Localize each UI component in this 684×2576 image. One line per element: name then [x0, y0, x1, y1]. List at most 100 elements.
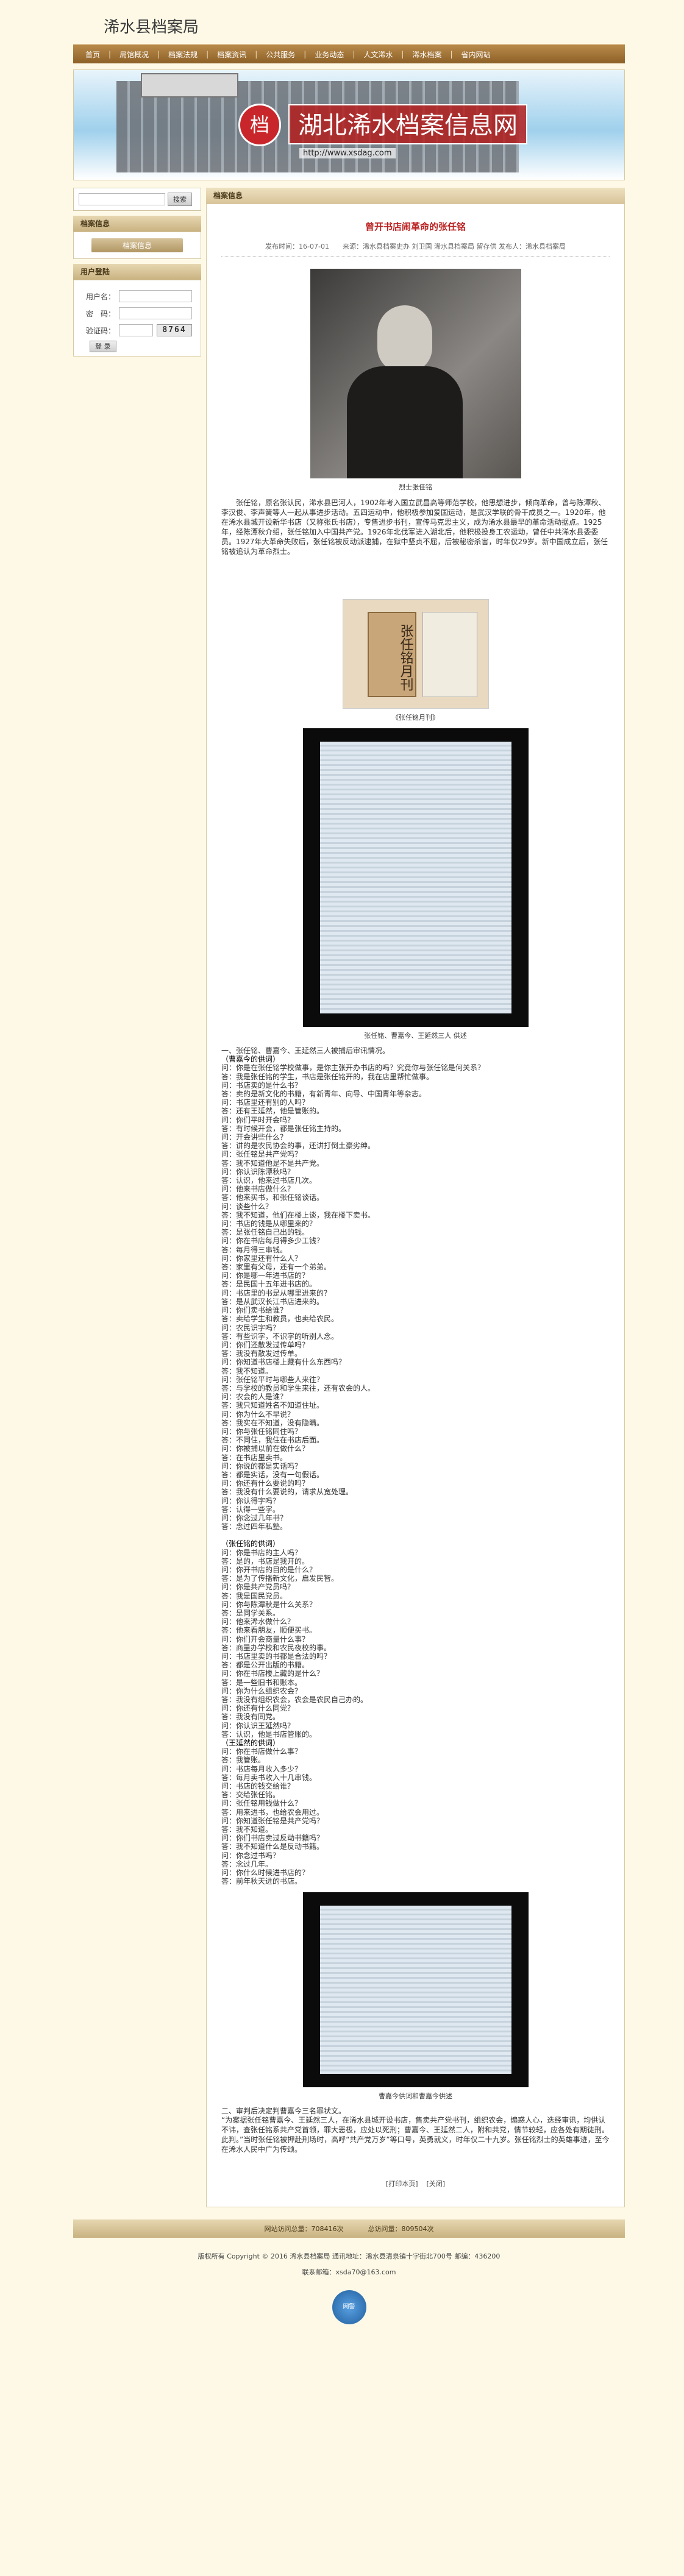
nav-item[interactable]: 业务动态: [315, 49, 344, 60]
document-caption: 张任铭、曹嘉今、王延然三人 供述: [364, 1032, 467, 1040]
search-input[interactable]: [79, 193, 165, 205]
qa-line: 问：你们卖书给谁？: [221, 1306, 288, 1315]
qa-line: 答：是从武汉长江书店进来的。: [221, 1297, 324, 1306]
qa-line: 问：张任铭用钱做什么？: [221, 1799, 302, 1808]
left-sidebar: 搜索 档案信息 档案信息 用户登陆 用户名： 密 码： 验证码： 8764 登 …: [73, 188, 201, 2207]
qa-line: 答：商量办学校和农民夜校的事。: [221, 1643, 332, 1652]
qa-line: 问：书店里卖的书都是合法的吗？: [221, 1652, 332, 1661]
captcha-image[interactable]: 8764: [157, 324, 192, 336]
qa-line: 答：用来进书，也给农会用过。: [221, 1808, 324, 1817]
qa-line: 问：书店每月收入多少？: [221, 1764, 302, 1773]
banner-url: http://www.xsdag.com: [299, 148, 396, 158]
archive-logo-icon: 档: [238, 104, 281, 146]
qa-heading: 一、张任铭、曹嘉今、王延然三人被捕后审讯情况。: [221, 1046, 390, 1055]
qa-line: 答：念过几年。: [221, 1859, 273, 1868]
qa-line: 答：交给张任铭。: [221, 1790, 280, 1800]
summary-line: 二、审判后决定判曹嘉今三名罪状文。: [221, 2106, 346, 2115]
search-button[interactable]: 搜索: [168, 193, 192, 206]
qa-line: 问：你知道张任铭是共产党吗？: [221, 1816, 324, 1825]
qa-line: 答：讲的是农民协会的事，还讲打倒土豪劣绅。: [221, 1141, 376, 1151]
article-meta: 发布时间：16-07-01 来源：浠水县档案史办 刘卫国 浠水县档案局 留存供 …: [221, 241, 610, 257]
qa-line: 答：我不知道。: [221, 1825, 273, 1834]
qa-line: 问：你知道书店楼上藏有什么东西吗？: [221, 1358, 346, 1367]
qa-line: 问：你们书店卖过反动书籍吗？: [221, 1834, 324, 1843]
qa-line: 问：你们还散发过传单吗？: [221, 1340, 310, 1349]
qa-line: 答：每月得三串钱。: [221, 1245, 288, 1254]
qa-line: 问：你与张任铭同住吗？: [221, 1427, 302, 1436]
qa-line: 答：我不知道什么是反动书籍。: [221, 1842, 324, 1851]
archive-link[interactable]: 档案信息: [91, 238, 183, 252]
summary-paragraph: “为案据张任铭曹嘉今、王延然三人，在浠水县城开设书店，售卖共产党书刊，组织农会，…: [221, 2115, 610, 2154]
magazine-photo: 张任铭月刊: [342, 599, 489, 709]
nav-item[interactable]: 档案法规: [168, 49, 198, 60]
qa-line: 问：你与陈潭秋是什么关系？: [221, 1600, 317, 1609]
qa-line: 问：张任铭平时与哪些人来往？: [221, 1375, 324, 1384]
qa-line: 问：开会讲些什么？: [221, 1133, 288, 1142]
qa-line: 答：认识，他来过书店几次。: [221, 1176, 317, 1185]
police-badge-icon[interactable]: 网警: [332, 2290, 366, 2324]
nav-item[interactable]: 档案资讯: [217, 49, 246, 60]
copyright: 版权所有 Copyright © 2016 浠水县档案局 通讯地址：浠水县清泉镇…: [198, 2252, 501, 2260]
password-input[interactable]: [119, 307, 192, 319]
username-input[interactable]: [119, 290, 192, 302]
qa-line: 答：我不知道。: [221, 1366, 273, 1375]
banner-title: 湖北浠水档案信息网: [288, 104, 527, 144]
print-link[interactable]: [打印本页]: [386, 2180, 418, 2188]
qa-line: 答：家里有父母，还有一个弟弟。: [221, 1263, 332, 1272]
header: 浠水县档案局: [73, 0, 625, 44]
qa-line: 答：我管账。: [221, 1756, 266, 1765]
stats-bar: 网站访问总量：708416次 总访问量：809504次: [73, 2219, 625, 2238]
qa-line: 问：你什么时候进书店的？: [221, 1868, 310, 1878]
qa-line: 答：是同学关系。: [221, 1609, 280, 1617]
qa-line: 答：每月卖书收入十几串钱。: [221, 1773, 317, 1782]
qa-line: 答：前年秋天进的书店。: [221, 1877, 302, 1886]
qa-line: 问：谈些什么？: [221, 1202, 273, 1211]
total-count: 809504次: [401, 2224, 434, 2233]
qa-line: 问：你们平时开会吗？: [221, 1115, 295, 1124]
nav-item[interactable]: 局馆概况: [119, 49, 149, 60]
qa-line: 问：他来浠水做什么？: [221, 1617, 295, 1627]
qa-line: 问：你还有什么要说的吗？: [221, 1479, 310, 1488]
photo-caption: 烈士张任铭: [399, 483, 432, 491]
nav-item[interactable]: 公共服务: [266, 49, 295, 60]
qa-line: 问：你为什么不早说？: [221, 1410, 295, 1419]
article-actions: [打印本页] [关闭]: [221, 2179, 610, 2188]
qa-line: 答：都是实话，没有一句假话。: [221, 1470, 324, 1479]
qa-line: 问：书店卖的是什么书？: [221, 1080, 302, 1090]
contact-email: 联系邮箱：xsda70@163.com: [302, 2268, 396, 2276]
nav-item[interactable]: 浠水档案: [412, 49, 441, 60]
nav-item[interactable]: 省内网站: [461, 49, 491, 60]
qa-line: 问：你是书店的主人吗？: [221, 1548, 302, 1557]
nav-item[interactable]: 人文浠水: [363, 49, 393, 60]
archive-panel: 档案信息: [73, 232, 201, 259]
qa-line: 答：卖给学生和教员，也卖给农民。: [221, 1315, 339, 1324]
qa-line: 问：你说的都是实话吗？: [221, 1461, 302, 1471]
building-roof: [141, 73, 238, 98]
qa-line: 答：我没有什么要说的，请求从宽处理。: [221, 1488, 354, 1497]
qa-line: 问：你在书店楼上藏的是什么？: [221, 1669, 324, 1678]
captcha-input[interactable]: [119, 324, 153, 336]
article-intro: 张任铭，原名张认民，浠水县巴河人，1902年考入国立武昌高等师范学校，他思想进步…: [221, 499, 608, 556]
document-photo: [302, 728, 529, 1027]
qa-line: 问：他来书店做什么？: [221, 1185, 295, 1194]
document-caption: 曹嘉今供词和曹嘉今供述: [379, 2092, 452, 2100]
qa-line: 问：书店的钱交给谁？: [221, 1782, 295, 1791]
qa-section: 一、张任铭、曹嘉今、王延然三人被捕后审讯情况。 （曹嘉今的供词） 问：你是在张任…: [221, 1046, 610, 1886]
qa-line: 答：是的，书店是我开的。: [221, 1556, 310, 1566]
qa-line: 问：你认识王延然吗？: [221, 1721, 295, 1730]
qa-line: 问：你被捕以前在做什么？: [221, 1444, 310, 1453]
qa-line: 答：认识，他是书店管账的。: [221, 1730, 317, 1739]
qa-line: 问：你是在张任铭学校做事，是你主张开办书店的吗？究竟你与张任铭是何关系？: [221, 1063, 485, 1073]
qa-line: 问：张任铭是共产党吗？: [221, 1150, 302, 1159]
qa-sub-heading: （张任铭的供词）: [221, 1539, 280, 1549]
qa-line: 问：你为什么组织农会？: [221, 1686, 302, 1695]
qa-line: 答：卖的是新文化的书籍，有新青年、向导、中国青年等杂志。: [221, 1090, 427, 1099]
login-button[interactable]: 登 录: [90, 341, 116, 352]
close-link[interactable]: [关闭]: [427, 2180, 446, 2188]
nav-item[interactable]: 首页: [85, 49, 100, 60]
qa-line: 答：我是国民党员。: [221, 1591, 288, 1600]
qa-line: 答：我是张任铭的学生，书店是张任铭开的，我在店里帮忙做事。: [221, 1072, 434, 1081]
qa-line: 答：我不知道他是不是共产党。: [221, 1158, 324, 1168]
qa-line: 问：书店的钱是从哪里来的？: [221, 1219, 317, 1229]
summary: 二、审判后决定判曹嘉今三名罪状文。 “为案据张任铭曹嘉今、王延然三人，在浠水县城…: [221, 2107, 610, 2154]
